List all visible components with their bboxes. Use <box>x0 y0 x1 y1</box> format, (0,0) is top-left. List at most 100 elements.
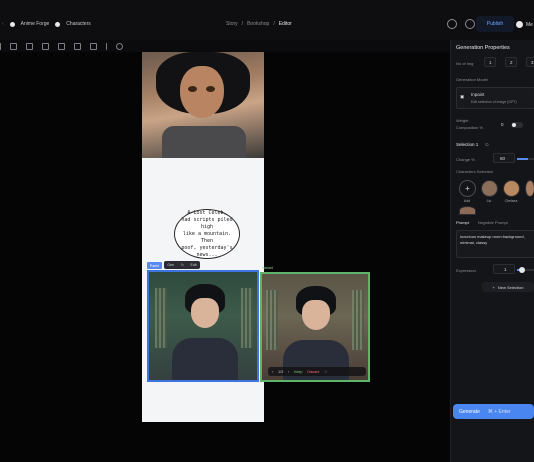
next-variant-icon[interactable]: › <box>288 370 289 374</box>
model-label: Generation Model <box>456 77 488 82</box>
add-character-button[interactable]: + <box>459 180 476 197</box>
selection-info-icon[interactable]: ⊙ <box>485 142 489 148</box>
no-of-img-option-label: 3 <box>531 60 534 65</box>
change-value: 60 <box>500 156 506 161</box>
panel-variant-image[interactable] <box>260 272 370 382</box>
frame-tool-icon[interactable] <box>26 42 33 50</box>
selection-tag: Panel <box>147 262 162 269</box>
expression-input[interactable]: 1 <box>493 264 515 274</box>
mini-gen-button[interactable]: Gen <box>167 263 174 267</box>
characters-label: Characters Selection <box>456 169 494 174</box>
change-slider[interactable] <box>517 158 534 160</box>
generate-label: Generate <box>459 408 480 415</box>
brand-logo-icon <box>9 21 15 27</box>
sweater <box>172 338 238 380</box>
model-selector[interactable]: ▣ Inpaint Edit selection of image (GPT) <box>456 87 534 109</box>
back-icon[interactable]: ‹ <box>2 21 4 27</box>
breadcrumb-separator: / <box>273 21 275 27</box>
brand-characters[interactable]: Characters <box>66 21 90 27</box>
character-avatar-liu[interactable] <box>481 180 498 197</box>
comment-icon[interactable] <box>465 19 475 29</box>
selection-title: Selection 1 <box>456 142 479 147</box>
slider-fill <box>517 158 528 160</box>
new-selection-label: New Selection <box>497 284 524 290</box>
breadcrumb-bookshop[interactable]: Bookshop <box>247 21 269 27</box>
characters-logo-icon <box>55 21 61 27</box>
topbar-icons <box>447 19 475 29</box>
model-icon: ▣ <box>460 94 465 99</box>
eye <box>206 86 215 92</box>
clothes-rack <box>266 290 278 350</box>
history-icon[interactable] <box>447 19 457 29</box>
crop-tool-icon[interactable] <box>90 42 97 50</box>
top-bar: ‹ Anime Forge Characters Story / Booksho… <box>0 0 534 40</box>
shirt <box>162 126 246 158</box>
prompt-text: luxurious makeup room background, minima… <box>460 234 525 245</box>
new-selection-button[interactable]: + New Selection <box>482 282 534 292</box>
clothes-rack <box>352 290 364 350</box>
composition-label: Composition % <box>456 125 483 130</box>
no-of-img-option-label: 2 <box>510 60 513 65</box>
grid-tool-icon[interactable] <box>42 42 49 50</box>
discard-button[interactable]: Discard <box>307 370 319 374</box>
keep-button[interactable]: Keep <box>294 370 302 374</box>
breadcrumb-editor[interactable]: Editor <box>279 21 292 27</box>
user-label: Me <box>526 21 533 28</box>
character-name: Chelsea <box>504 199 518 203</box>
publish-button[interactable]: Publish <box>476 16 514 32</box>
plus-icon: + <box>492 284 495 290</box>
panel-mini-toolbar: Gen ↻ Edit <box>164 261 200 269</box>
eye <box>188 86 197 92</box>
clothes-rack <box>241 288 253 348</box>
avatar <box>516 21 523 28</box>
clothes-rack <box>155 288 167 348</box>
select-tool-icon[interactable] <box>10 42 17 50</box>
generate-shortcut: ⌘ + Enter <box>487 408 511 415</box>
prev-variant-icon[interactable]: ‹ <box>272 370 273 374</box>
image-tool-icon[interactable] <box>74 42 81 50</box>
slider-thumb[interactable] <box>519 267 525 273</box>
user-chip[interactable]: Me <box>516 21 533 28</box>
face <box>191 298 219 328</box>
variant-count: 1/3 <box>278 369 284 374</box>
expression-label: Expression <box>456 268 476 273</box>
breadcrumb-story[interactable]: Story <box>226 21 238 27</box>
variant-tag: Variant <box>262 266 273 270</box>
no-of-img-option-label: 1 <box>489 60 492 65</box>
face <box>302 300 330 330</box>
variant-bar: ‹ 1/3 › Keep Discard ♡ <box>268 367 366 376</box>
brand-anime-forge[interactable]: Anime Forge <box>21 21 50 27</box>
shape-tool-icon[interactable] <box>116 42 123 50</box>
mini-edit-button[interactable]: Edit <box>191 263 197 267</box>
model-name: Inpaint <box>471 92 485 97</box>
prompt-input[interactable]: luxurious makeup room background, minima… <box>456 230 534 258</box>
character-avatar-extra[interactable] <box>459 206 476 215</box>
expression-slider[interactable] <box>517 267 534 273</box>
speech-bubble-text: A-Lost Celeb, had scripts piled high lik… <box>181 209 233 258</box>
brand: ‹ Anime Forge Characters <box>2 21 91 27</box>
properties-title: Generation Properties <box>456 45 510 51</box>
toggle-knob <box>512 123 516 127</box>
properties-panel: Generation Properties No of Img 1 2 3 Ge… <box>450 40 534 462</box>
tab-negative-prompt[interactable]: Negative Prompt <box>478 220 508 225</box>
no-of-img-label: No of Img <box>456 61 474 66</box>
panel-selected-image[interactable] <box>147 270 259 382</box>
heart-icon[interactable]: ♡ <box>324 370 327 374</box>
weight-label: Weight <box>456 118 469 123</box>
no-of-img-option-1[interactable]: 1 <box>484 57 496 67</box>
composition-value: 0 <box>501 122 504 127</box>
panel-top-image[interactable] <box>142 52 264 158</box>
character-name: Add <box>463 199 471 203</box>
composition-toggle[interactable] <box>511 122 523 128</box>
change-input[interactable]: 60 <box>493 153 515 163</box>
mini-regenerate-icon[interactable]: ↻ <box>181 263 184 267</box>
no-of-img-option-2[interactable]: 2 <box>505 57 517 67</box>
tab-prompt[interactable]: Prompt <box>456 220 469 225</box>
text-tool-icon[interactable] <box>58 42 65 50</box>
character-avatar-chelsea[interactable] <box>503 180 520 197</box>
character-avatar-mia[interactable] <box>525 180 534 197</box>
face <box>180 66 224 118</box>
no-of-img-option-3[interactable]: 3 <box>526 57 534 67</box>
speech-bubble[interactable]: A-Lost Celeb, had scripts piled high lik… <box>174 209 240 259</box>
generate-button[interactable]: Generate ⌘ + Enter <box>453 404 534 419</box>
